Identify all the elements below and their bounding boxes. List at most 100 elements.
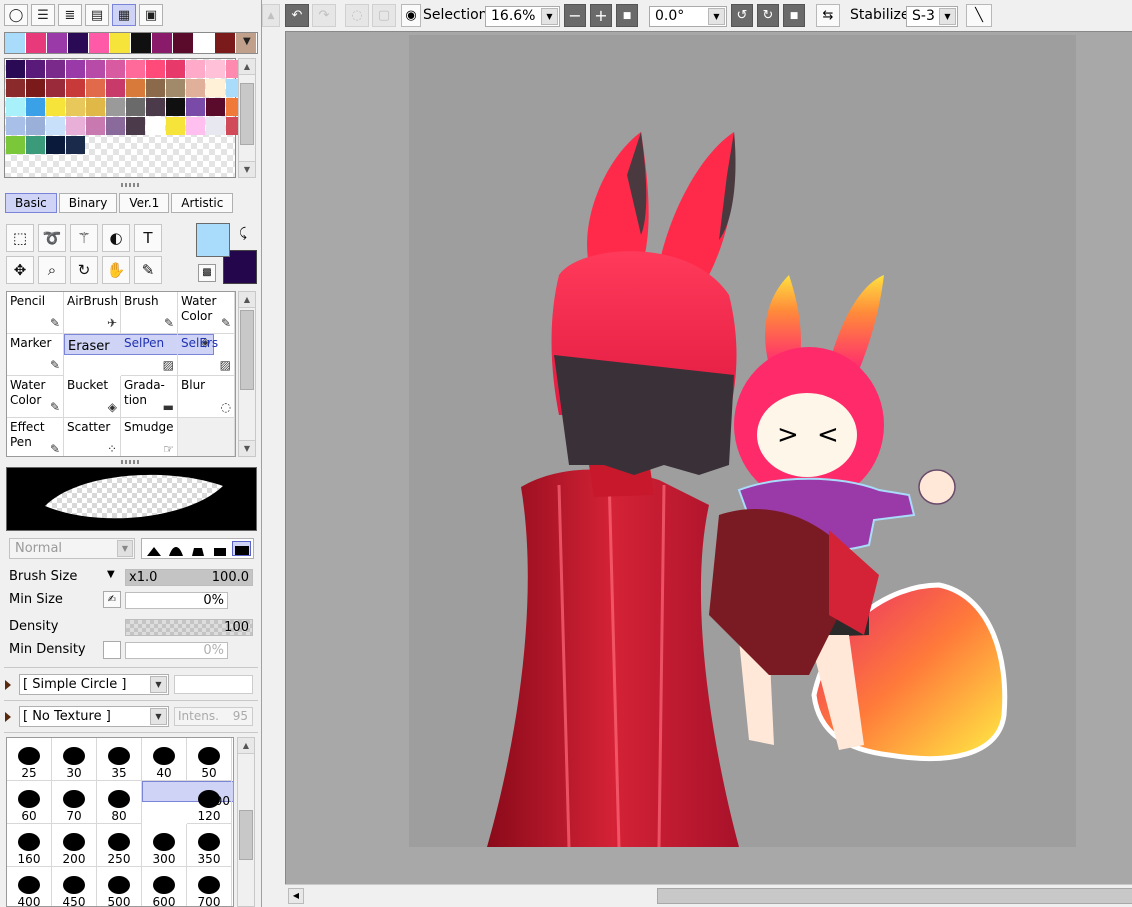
palette-color-swatch[interactable]	[46, 60, 65, 78]
transparent-color-icon[interactable]: ▩	[198, 264, 216, 282]
palette-color-swatch[interactable]	[146, 117, 165, 135]
canvas-horizontal-scrollbar[interactable]: ◀	[285, 884, 1132, 907]
undo-icon[interactable]: ↶	[285, 4, 309, 27]
palette-color-swatch[interactable]	[66, 60, 85, 78]
brush-tool-selpen[interactable]: SelPen ▨	[121, 334, 178, 376]
brush-size-preset[interactable]: 60	[7, 781, 52, 824]
brush-size-preset[interactable]: 600	[142, 867, 187, 906]
min-density-slider[interactable]: 0%	[125, 642, 228, 659]
palette-color-swatch[interactable]	[186, 117, 205, 135]
palette-color-swatch[interactable]	[46, 98, 65, 116]
expand-triangle-icon[interactable]	[5, 711, 11, 722]
invert-selection-icon[interactable]: ▢	[372, 4, 396, 27]
palette-color-swatch[interactable]	[46, 117, 65, 135]
move-icon[interactable]: ✥	[6, 256, 34, 284]
palette-color-swatch[interactable]	[126, 117, 145, 135]
scroll-thumb[interactable]	[240, 310, 254, 390]
brush-size-preset[interactable]: 40	[142, 738, 187, 781]
zoom-reset-icon[interactable]: ■	[616, 4, 638, 27]
palette-color-swatch[interactable]	[26, 117, 45, 135]
brush-tool-blur[interactable]: Blur ◌	[178, 376, 235, 418]
brush-size-preset[interactable]: 200	[52, 824, 97, 867]
zoom-icon[interactable]: ⌕	[38, 256, 66, 284]
expand-triangle-icon[interactable]	[5, 679, 11, 690]
palette-color-swatch[interactable]	[26, 60, 45, 78]
tab-artistic[interactable]: Artistic	[171, 193, 234, 213]
foreground-color-swatch[interactable]	[196, 223, 230, 257]
palette-color-swatch[interactable]	[86, 98, 105, 116]
brush-size-preset[interactable]: 350	[187, 824, 232, 867]
palette-color-swatch[interactable]	[126, 60, 145, 78]
palette-color-swatch[interactable]	[6, 117, 25, 135]
palette-color-swatch[interactable]	[106, 117, 125, 135]
brush-size-preset[interactable]: 400	[7, 867, 52, 906]
collapse-up-icon[interactable]: ▲	[262, 4, 280, 27]
selection-visibility-eye-icon[interactable]: ◉	[401, 4, 421, 27]
canvas-area[interactable]: > <	[285, 31, 1132, 884]
recent-color-swatch[interactable]	[173, 33, 194, 53]
size-scrollbar[interactable]: ▲	[237, 737, 255, 907]
palette-color-swatch[interactable]	[146, 60, 165, 78]
resize-grip[interactable]	[121, 460, 141, 464]
brush-size-preset[interactable]: 35	[97, 738, 142, 781]
scratchpad-mode-icon[interactable]: ▣	[139, 4, 163, 26]
recent-color-swatch[interactable]	[89, 33, 110, 53]
palette-color-swatch[interactable]	[26, 136, 45, 154]
brush-size-preset[interactable]: 250	[97, 824, 142, 867]
palette-color-swatch[interactable]	[106, 98, 125, 116]
palette-color-swatch[interactable]	[6, 79, 25, 97]
recent-color-swatch[interactable]	[215, 33, 236, 53]
color-mix-mode-icon[interactable]: ▤	[85, 4, 109, 26]
recent-color-swatch[interactable]	[47, 33, 68, 53]
swap-colors-icon[interactable]: ⤹	[239, 226, 247, 241]
palette-color-swatch[interactable]	[166, 117, 185, 135]
zoom-combo[interactable]: 16.6% ▼	[485, 6, 560, 27]
texture-select[interactable]: [ No Texture ] ▼	[19, 706, 169, 727]
edge-soft-icon[interactable]	[144, 541, 163, 556]
swatch-menu-chevron-down-icon[interactable]: ▼	[243, 36, 251, 47]
stabilizer-combo[interactable]: S-3 ▼	[906, 6, 958, 27]
edge-harder-icon[interactable]	[210, 541, 229, 556]
density-slider[interactable]: 100	[125, 619, 253, 636]
brush-tool-brush[interactable]: Brush ✎	[121, 292, 178, 334]
scroll-up-icon[interactable]: ▲	[239, 292, 255, 308]
edge-medium-icon[interactable]	[166, 541, 185, 556]
palette-color-swatch[interactable]	[6, 60, 25, 78]
brush-size-preset[interactable]: 450	[52, 867, 97, 906]
palette-color-swatch[interactable]	[66, 136, 85, 154]
brush-scrollbar[interactable]: ▲ ▼	[238, 291, 256, 457]
blend-mode-select[interactable]: Normal ▼	[9, 538, 135, 559]
brush-tool-water-color[interactable]: Water Color ✎	[7, 376, 64, 418]
tab-ver1[interactable]: Ver.1	[119, 193, 170, 213]
pressure-density-checkbox[interactable]	[103, 641, 121, 659]
rotate-right-icon[interactable]: ↻	[757, 4, 779, 27]
recent-color-swatch[interactable]	[152, 33, 173, 53]
palette-color-swatch[interactable]	[86, 79, 105, 97]
palette-color-swatch[interactable]	[206, 117, 225, 135]
palette-color-swatch[interactable]	[166, 60, 185, 78]
scroll-down-icon[interactable]: ▼	[239, 161, 255, 177]
recent-color-swatch[interactable]	[5, 33, 26, 53]
palette-color-swatch[interactable]	[26, 98, 45, 116]
brush-tool-smudge[interactable]: Smudge ☞	[121, 418, 178, 456]
texture-intensity-field[interactable]: Intens. 95	[174, 707, 253, 726]
brush-size-slider[interactable]: x1.0 100.0	[125, 569, 253, 586]
palette-color-swatch[interactable]	[126, 79, 145, 97]
brush-size-preset[interactable]: 120	[187, 781, 232, 824]
line-mode-icon[interactable]: ╲	[966, 4, 992, 27]
brush-size-preset[interactable]: 700	[187, 867, 232, 906]
brush-tool-effect-pen[interactable]: Effect Pen ✎	[7, 418, 64, 456]
edge-hard-icon[interactable]	[188, 541, 207, 556]
scroll-thumb[interactable]	[240, 83, 254, 145]
palette-color-swatch[interactable]	[86, 60, 105, 78]
text-icon[interactable]: T	[134, 224, 162, 252]
recent-color-swatch[interactable]	[26, 33, 47, 53]
brush-size-preset[interactable]: 500	[97, 867, 142, 906]
color-wheel-mode-icon[interactable]: ◯	[4, 4, 28, 26]
scroll-up-icon[interactable]: ▲	[238, 738, 254, 754]
palette-color-swatch[interactable]	[206, 79, 225, 97]
palette-color-swatch[interactable]	[106, 79, 125, 97]
palette-color-swatch[interactable]	[186, 60, 205, 78]
palette-scrollbar[interactable]: ▲ ▼	[238, 58, 256, 178]
brush-tool-selers[interactable]: SelErs ▨	[178, 334, 235, 376]
